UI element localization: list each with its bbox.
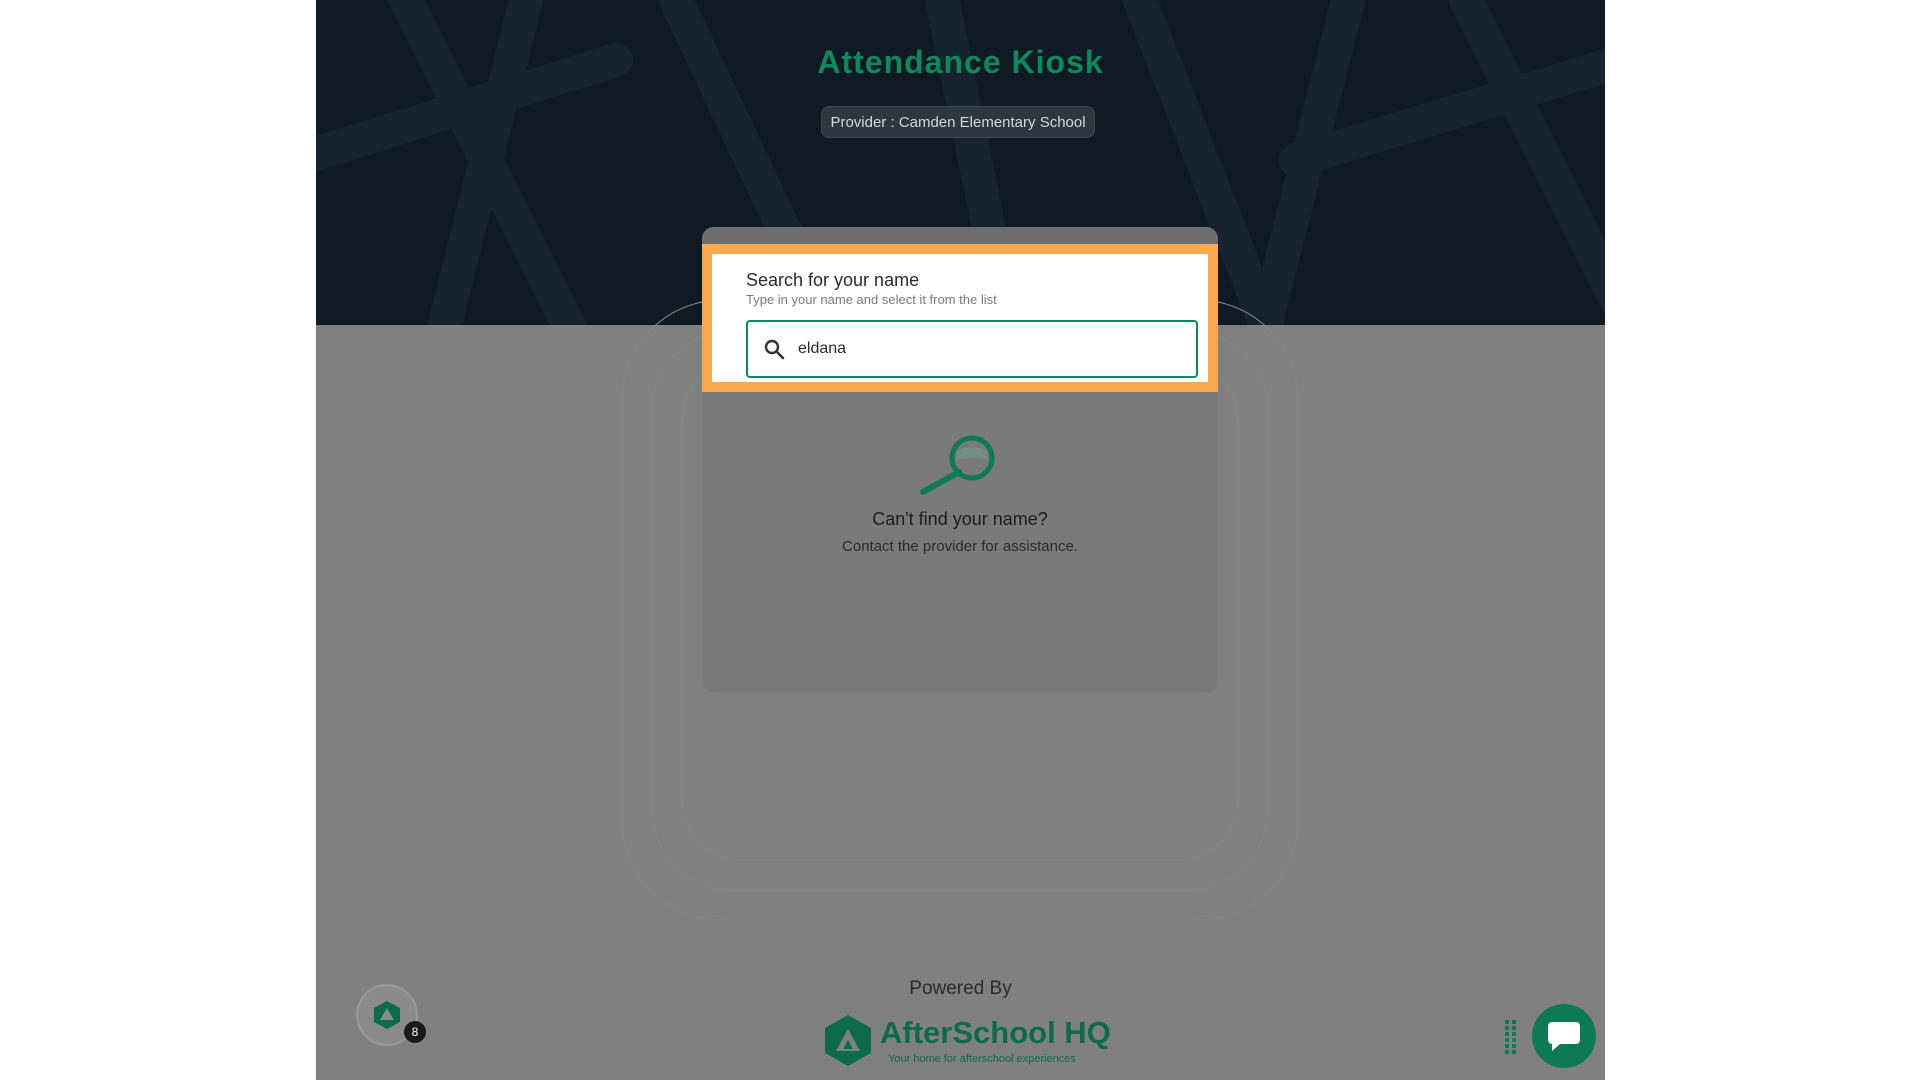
chat-button[interactable] (1532, 1004, 1596, 1068)
search-subheading: Type in your name and select it from the… (746, 292, 997, 307)
search-section: Search for your name Type in your name a… (702, 244, 1218, 392)
afterschool-hq-logo: AfterSchool HQ Your home for afterschool… (822, 1013, 1112, 1067)
brand-name: AfterSchool HQ (880, 1015, 1111, 1050)
kiosk-app: Attendance Kiosk Provider : Camden Eleme… (316, 0, 1605, 1080)
search-icon (764, 339, 785, 360)
powered-by-label: Powered By (909, 978, 1012, 999)
empty-state: Can't find your name? Contact the provid… (702, 430, 1218, 555)
empty-state-title: Can't find your name? (872, 509, 1048, 529)
brand-mini-icon (374, 1001, 400, 1029)
brand-tagline: Your home for afterschool experiences (888, 1053, 1076, 1065)
empty-state-message: Contact the provider for assistance. (842, 538, 1078, 555)
search-heading: Search for your name (746, 270, 920, 290)
magnifier-icon (920, 435, 995, 495)
drag-handle-icon[interactable] (1504, 1020, 1518, 1054)
brand-logo-icon (825, 1015, 871, 1066)
search-field[interactable] (746, 320, 1198, 378)
notification-badge: 8 (404, 1021, 426, 1043)
chat-bubble-icon (1548, 1022, 1580, 1051)
search-input[interactable] (796, 339, 1180, 359)
